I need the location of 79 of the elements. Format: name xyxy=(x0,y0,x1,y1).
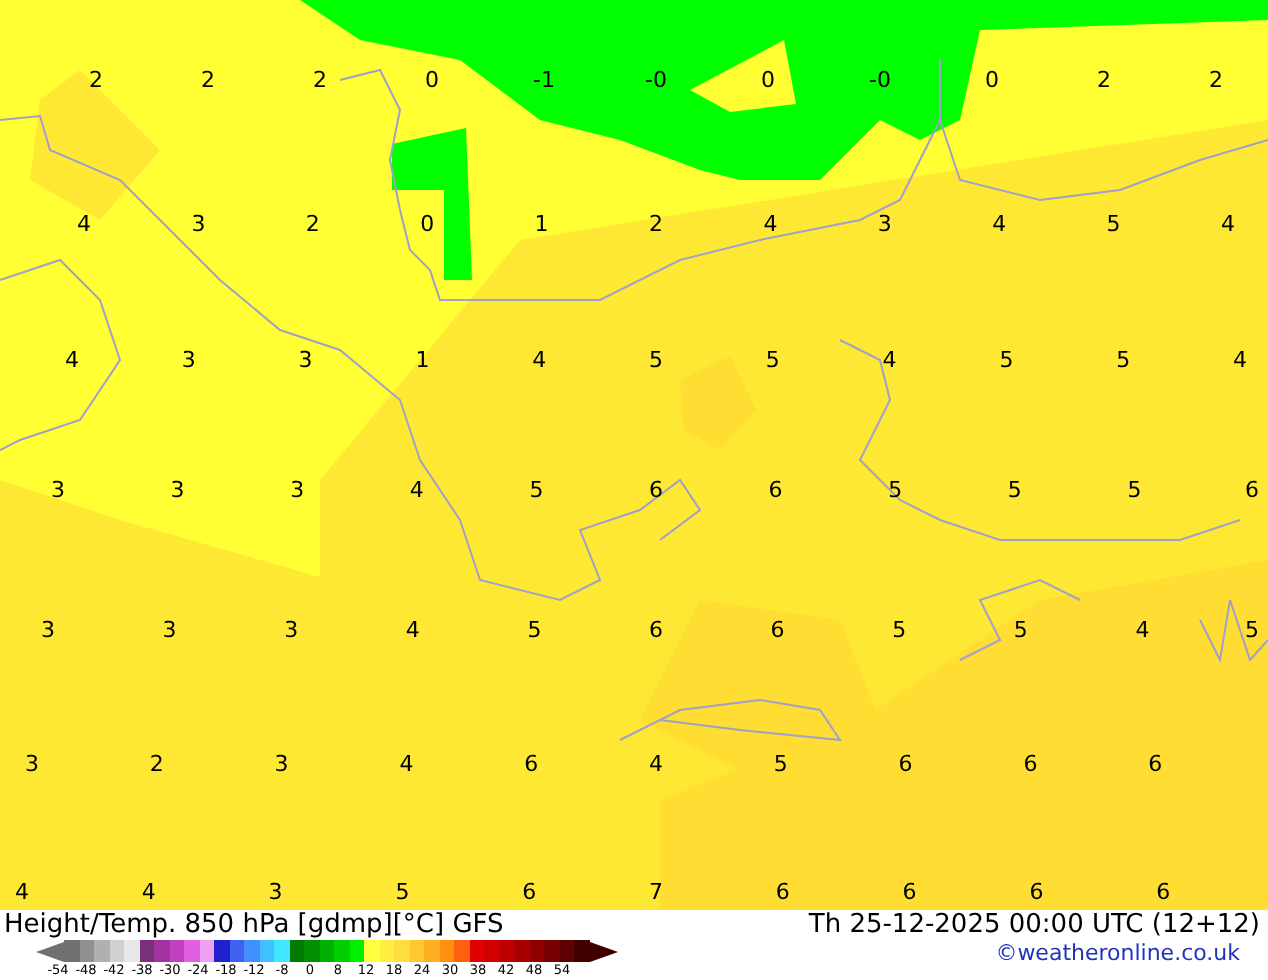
temperature-value: 6 xyxy=(898,753,913,775)
temperature-value: 5 xyxy=(1007,479,1022,501)
temperature-value: 6 xyxy=(1156,881,1171,903)
temperature-value: 2 xyxy=(649,213,663,235)
temperature-value: 4 xyxy=(65,349,79,371)
temperature-value: 4 xyxy=(405,619,420,641)
temperature-value: 4 xyxy=(992,213,1007,235)
temperature-value: 0 xyxy=(761,69,775,91)
temperature-value: 6 xyxy=(775,881,790,903)
temperature-value: 0 xyxy=(420,213,435,235)
temperature-value: 5 xyxy=(999,349,1014,371)
temperature-value: 2 xyxy=(313,69,327,91)
temperature-value: 2 xyxy=(305,213,320,235)
temperature-value: 5 xyxy=(1116,349,1131,371)
temperature-value: 3 xyxy=(298,349,313,371)
credit-link[interactable]: ©weatheronline.co.uk xyxy=(995,940,1240,968)
temperature-value: 5 xyxy=(1013,619,1028,641)
temperature-value: 2 xyxy=(201,69,215,91)
temperature-value: -0 xyxy=(645,69,667,91)
temperature-value: 3 xyxy=(284,619,299,641)
temperature-value: 0 xyxy=(985,69,999,91)
temperature-value: 3 xyxy=(274,753,289,775)
temperature-value: 3 xyxy=(162,619,177,641)
temperature-value: 5 xyxy=(773,753,788,775)
temperature-value: 4 xyxy=(1233,349,1247,371)
temperature-value: 4 xyxy=(882,349,897,371)
temperature-value: 4 xyxy=(763,213,778,235)
temperature-value: 3 xyxy=(170,479,185,501)
temperature-value: 3 xyxy=(290,479,305,501)
temperature-value: 2 xyxy=(149,753,164,775)
temperature-value: 4 xyxy=(649,753,663,775)
temperature-value: 3 xyxy=(51,479,65,501)
temperature-value: 6 xyxy=(649,619,663,641)
temperature-value: 5 xyxy=(1106,213,1121,235)
temperature-value: 6 xyxy=(1029,881,1044,903)
temperature-value: 3 xyxy=(191,213,206,235)
temperature-value: 6 xyxy=(524,753,539,775)
temperature-value: 5 xyxy=(888,479,903,501)
temperature-value: 4 xyxy=(409,479,424,501)
temperature-value: 3 xyxy=(181,349,196,371)
temperature-value: 4 xyxy=(141,881,156,903)
temperature-value: 3 xyxy=(41,619,55,641)
temperature-value: 6 xyxy=(649,479,663,501)
temperature-value: 2 xyxy=(89,69,103,91)
temperature-value: 6 xyxy=(522,881,537,903)
temperature-value: -0 xyxy=(869,69,891,91)
temperature-value: 4 xyxy=(399,753,414,775)
temperature-value: 2 xyxy=(1097,69,1111,91)
temperature-value: 6 xyxy=(902,881,917,903)
temperature-value: 4 xyxy=(532,349,547,371)
temperature-value: 3 xyxy=(25,753,39,775)
temperature-value: 5 xyxy=(649,349,663,371)
temperature-value: 2 xyxy=(1209,69,1223,91)
temperature-value: 4 xyxy=(15,881,29,903)
temperature-value: 5 xyxy=(527,619,542,641)
temperature-value: 6 xyxy=(1023,753,1038,775)
temperature-value: 3 xyxy=(268,881,283,903)
temperature-value: 4 xyxy=(77,213,91,235)
temperature-value: 1 xyxy=(534,213,549,235)
temperature-value: 7 xyxy=(649,881,663,903)
temperature-value: 5 xyxy=(892,619,907,641)
temperature-value: 5 xyxy=(529,479,544,501)
temperature-value: 6 xyxy=(768,479,783,501)
temperature-value: 5 xyxy=(765,349,780,371)
temperature-value: 5 xyxy=(395,881,410,903)
chart-title: Height/Temp. 850 hPa [gdmp][°C] GFS xyxy=(4,910,506,940)
temperature-value: 4 xyxy=(1135,619,1150,641)
temperature-value: 1 xyxy=(415,349,430,371)
temperature-value: 5 xyxy=(1127,479,1142,501)
temperature-value: 6 xyxy=(770,619,785,641)
temperature-value: 6 xyxy=(1245,479,1259,501)
temperature-value: 4 xyxy=(1221,213,1235,235)
forecast-datetime: Th 25-12-2025 00:00 UTC (12+12) xyxy=(808,910,1260,940)
temperature-value: 3 xyxy=(877,213,892,235)
temperature-value: -1 xyxy=(533,69,555,91)
temperature-value: 6 xyxy=(1148,753,1163,775)
scale-end-triangle xyxy=(589,941,617,961)
temperature-value: 5 xyxy=(1245,619,1259,641)
temperature-value: 0 xyxy=(425,69,439,91)
